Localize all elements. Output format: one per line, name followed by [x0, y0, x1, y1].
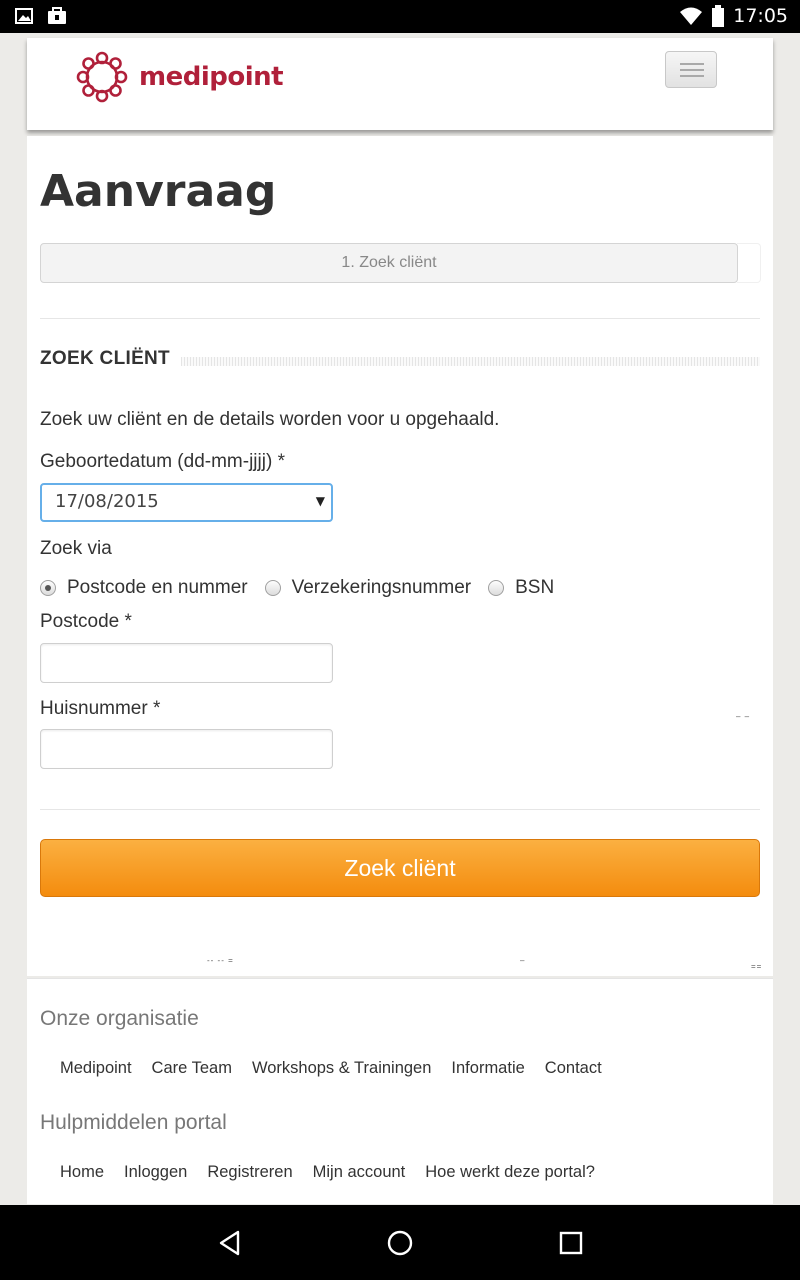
radio-button-checked[interactable]	[40, 580, 56, 596]
radio-label: Postcode en nummer	[67, 577, 248, 598]
radio-button[interactable]	[264, 580, 281, 596]
search-client-button[interactable]: Zoek cliënt	[40, 839, 760, 897]
site-header: medipoint	[27, 38, 773, 130]
footer-link-hoe-werkt[interactable]: Hoe werkt deze portal?	[425, 1163, 595, 1182]
radio-bsn[interactable]: BSN	[488, 577, 554, 599]
footer-link-home[interactable]: Home	[60, 1163, 104, 1182]
section-title: ZOEK CLIËNT	[40, 348, 170, 369]
hamburger-menu-button[interactable]	[665, 51, 717, 88]
medipoint-logo-icon	[76, 51, 128, 103]
footer-link-care-team[interactable]: Care Team	[152, 1059, 232, 1078]
status-time: 17:05	[733, 5, 788, 27]
birthdate-value: 17/08/2015	[55, 491, 159, 512]
search-via-label: Zoek via	[40, 538, 112, 559]
wifi-icon	[680, 7, 703, 25]
recents-icon[interactable]	[557, 1229, 585, 1257]
footer-portal-links: Home Inloggen Registreren Mijn account H…	[60, 1163, 595, 1182]
main-content: Aanvraag 1. Zoek cliënt ZOEK CLIËNT Zoek…	[27, 136, 773, 976]
dropdown-arrow-icon: ▼	[315, 494, 325, 508]
radio-button[interactable]	[488, 580, 505, 596]
decorative-dashes: – –	[736, 712, 751, 721]
footer-link-contact[interactable]: Contact	[545, 1059, 602, 1078]
footer-link-workshops[interactable]: Workshops & Trainingen	[252, 1059, 431, 1078]
postcode-input[interactable]	[40, 643, 333, 683]
status-bar: 17:05	[0, 0, 800, 33]
divider	[40, 809, 760, 810]
huisnummer-input[interactable]	[40, 729, 333, 769]
hamburger-line	[680, 69, 704, 71]
footer-link-medipoint[interactable]: Medipoint	[60, 1059, 132, 1078]
page-title: Aanvraag	[40, 166, 277, 217]
radio-verzekeringsnummer[interactable]: Verzekeringsnummer	[264, 577, 472, 599]
divider	[40, 318, 760, 319]
decorative-dashes: ==	[751, 962, 763, 971]
site-footer: Onze organisatie Medipoint Care Team Wor…	[27, 978, 773, 1204]
battery-icon	[712, 5, 725, 27]
footer-link-inloggen[interactable]: Inloggen	[124, 1163, 187, 1182]
step-indicator-tail	[737, 243, 761, 283]
search-via-radio-group: Postcode en nummer Verzekeringsnummer BS…	[40, 577, 571, 599]
step-indicator[interactable]: 1. Zoek cliënt	[40, 243, 738, 283]
decorative-dashes: -- -- =	[207, 956, 234, 965]
back-icon[interactable]	[216, 1229, 244, 1257]
radio-label: Verzekeringsnummer	[291, 577, 472, 598]
footer-org-links: Medipoint Care Team Workshops & Training…	[60, 1059, 602, 1078]
section-rule	[181, 357, 760, 366]
android-navigation-bar	[0, 1205, 800, 1280]
image-notification-icon	[15, 8, 33, 24]
decorative-dashes: –	[520, 956, 526, 965]
postcode-label: Postcode *	[40, 611, 132, 632]
radio-postcode[interactable]: Postcode en nummer	[40, 577, 248, 599]
intro-text: Zoek uw cliënt en de details worden voor…	[40, 409, 500, 430]
radio-label: BSN	[515, 577, 555, 598]
home-icon[interactable]	[386, 1229, 414, 1257]
hamburger-line	[680, 75, 704, 77]
briefcase-notification-icon	[48, 7, 66, 24]
footer-portal-title: Hulpmiddelen portal	[40, 1111, 227, 1134]
footer-org-title: Onze organisatie	[40, 1007, 199, 1030]
birthdate-select[interactable]: 17/08/2015 ▼	[40, 483, 333, 522]
footer-link-mijn-account[interactable]: Mijn account	[313, 1163, 406, 1182]
birthdate-label: Geboortedatum (dd-mm-jjjj) *	[40, 451, 285, 472]
huisnummer-label: Huisnummer *	[40, 698, 161, 719]
footer-link-informatie[interactable]: Informatie	[451, 1059, 524, 1078]
logo-text: medipoint	[139, 62, 284, 92]
hamburger-line	[680, 63, 704, 65]
logo[interactable]: medipoint	[75, 50, 284, 104]
footer-link-registreren[interactable]: Registreren	[207, 1163, 292, 1182]
